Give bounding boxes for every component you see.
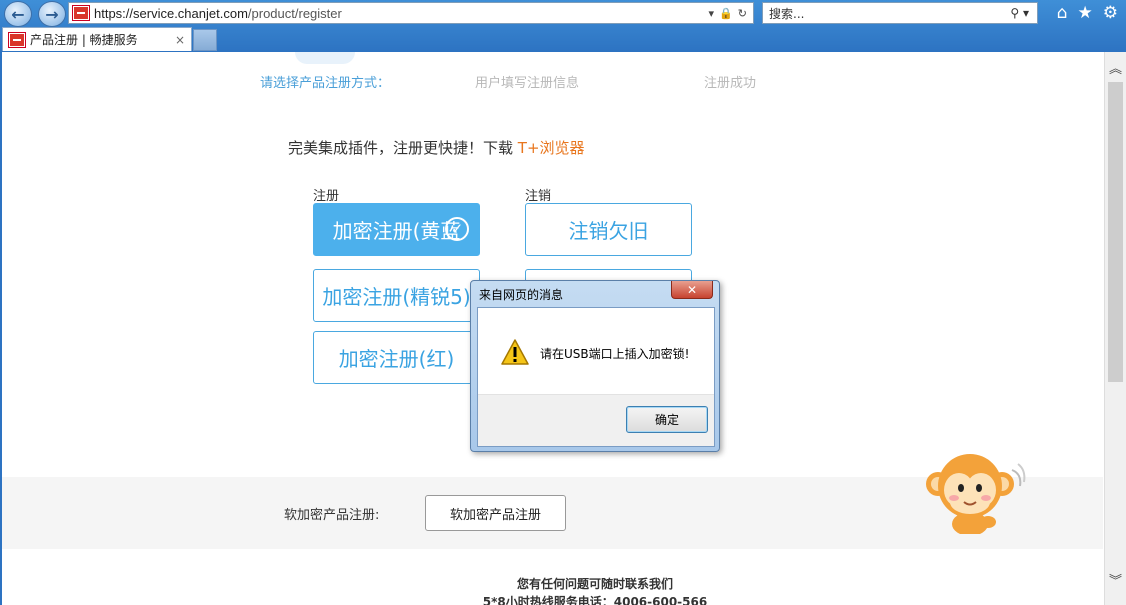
check-circle-icon: ✓ <box>445 217 469 241</box>
step-indicator-decoration <box>295 52 355 64</box>
button-label: 加密注册(红) <box>338 347 455 371</box>
promo-message: 完美集成插件，注册更快捷！下载 <box>288 139 518 157</box>
button-label: 加密注册(精锐5) <box>322 285 471 309</box>
vertical-scrollbar[interactable]: ︽ ︾ <box>1104 52 1126 605</box>
forward-arrow-icon: → <box>45 4 59 24</box>
lock-icon[interactable]: 🔒 <box>719 7 733 20</box>
dialog-title: 来自网页的消息 <box>479 288 564 302</box>
back-arrow-icon: ← <box>11 4 25 24</box>
button-label: 软加密产品注册 <box>449 507 541 523</box>
dropdown-icon[interactable]: ▾ <box>709 7 715 20</box>
home-icon[interactable]: ⌂ <box>1057 3 1068 23</box>
download-browser-link[interactable]: T+浏览器 <box>518 139 585 157</box>
forward-button[interactable]: → <box>38 1 66 27</box>
browser-chrome: ← → https://service.chanjet.com/product/… <box>0 0 1126 52</box>
search-input[interactable]: 搜索... ⚲ ▾ <box>762 2 1038 24</box>
monkey-mascot-icon[interactable] <box>924 450 1028 534</box>
dialog-close-button[interactable]: ✕ <box>671 281 713 299</box>
encrypt-register-red-button[interactable]: 加密注册(红) <box>313 331 480 384</box>
search-placeholder: 搜索... <box>769 6 805 21</box>
gear-icon[interactable]: ⚙ <box>1103 3 1118 23</box>
url-host: https://service.chanjet.com <box>94 5 248 21</box>
step-success: 注册成功 <box>704 76 757 91</box>
button-label: 注销欠旧 <box>568 219 649 243</box>
dialog-message: 请在USB端口上插入加密锁! <box>540 347 690 361</box>
favorites-star-icon[interactable]: ★ <box>1078 3 1093 23</box>
site-favicon-icon <box>72 5 90 21</box>
soft-encrypt-label: 软加密产品注册: <box>284 508 380 523</box>
cancel-group-label: 注销 <box>525 189 552 204</box>
encrypt-register-jingrui5-button[interactable]: 加密注册(精锐5) <box>313 269 480 322</box>
ok-button[interactable]: 确定 <box>626 406 708 433</box>
scroll-down-icon[interactable]: ︾ <box>1105 572 1126 592</box>
soft-encrypt-register-button[interactable]: 软加密产品注册 <box>425 495 566 531</box>
alert-dialog: 来自网页的消息 ✕ 请在USB端口上插入加密锁! 确定 <box>470 280 720 452</box>
step-choose-method: 请选择产品注册方式： <box>260 76 391 91</box>
step-fill-info: 用户填写注册信息 <box>475 76 580 91</box>
tab-product-register[interactable]: 产品注册 | 畅捷服务 × <box>2 27 192 51</box>
contact-hotline: 5*8小时热线服务电话：4006-600-566 <box>482 595 708 605</box>
button-label: 加密注册(黄蓝 <box>332 219 461 243</box>
contact-heading: 您有任何问题可随时联系我们 <box>516 577 673 591</box>
refresh-icon[interactable]: ↻ <box>738 7 747 20</box>
new-tab-button[interactable] <box>193 29 217 51</box>
cancel-old-button[interactable]: 注销欠旧 <box>525 203 692 256</box>
scroll-thumb[interactable] <box>1108 82 1123 382</box>
tab-title: 产品注册 | 畅捷服务 <box>30 33 138 47</box>
address-bar[interactable]: https://service.chanjet.com/product/regi… <box>68 2 754 24</box>
tab-favicon-icon <box>8 31 26 48</box>
tab-close-icon[interactable]: × <box>175 33 185 47</box>
button-label: 确定 <box>654 413 679 427</box>
close-icon: ✕ <box>686 282 698 297</box>
back-button[interactable]: ← <box>4 1 32 27</box>
warning-icon <box>501 339 529 365</box>
url-path: /product/register <box>247 5 342 21</box>
url-text[interactable]: https://service.chanjet.com/product/regi… <box>94 6 709 21</box>
dialog-body: 请在USB端口上插入加密锁! 确定 <box>477 307 715 447</box>
search-icon[interactable]: ⚲ ▾ <box>1010 6 1029 20</box>
encrypt-register-yellow-blue-button[interactable]: 加密注册(黄蓝 ✓ <box>313 203 480 256</box>
promo-text: 完美集成插件，注册更快捷！下载 T+浏览器 <box>288 137 585 158</box>
scroll-up-icon[interactable]: ︽ <box>1105 60 1126 80</box>
register-group-label: 注册 <box>313 189 340 204</box>
